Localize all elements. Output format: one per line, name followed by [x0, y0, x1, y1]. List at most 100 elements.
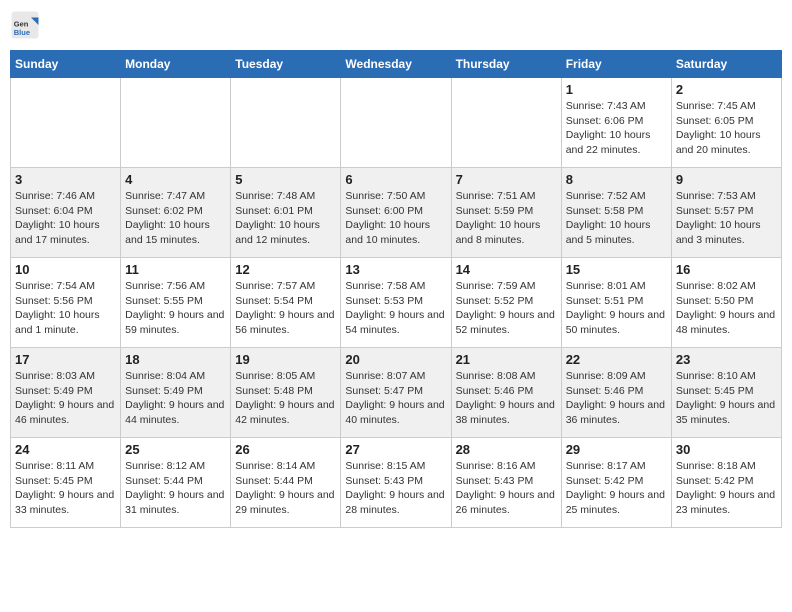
day-content: Sunrise: 8:05 AM Sunset: 5:48 PM Dayligh…: [235, 369, 336, 428]
calendar-cell: 28 Sunrise: 8:16 AM Sunset: 5:43 PM Dayli…: [451, 438, 561, 528]
day-content: Sunrise: 7:50 AM Sunset: 6:00 PM Dayligh…: [345, 189, 446, 248]
calendar-cell: 9 Sunrise: 7:53 AM Sunset: 5:57 PM Daylig…: [671, 168, 781, 258]
calendar-week-row: 24 Sunrise: 8:11 AM Sunset: 5:45 PM Dayli…: [11, 438, 782, 528]
calendar-cell: 26Sunrise: 8:14 AM Sunset: 5:44 PM Dayli…: [231, 438, 341, 528]
calendar-cell: 8Sunrise: 7:52 AM Sunset: 5:58 PM Daylig…: [561, 168, 671, 258]
day-number: 1: [566, 82, 667, 97]
day-content: Sunrise: 7:52 AM Sunset: 5:58 PM Dayligh…: [566, 189, 667, 248]
calendar-cell: 2Sunrise: 7:45 AM Sunset: 6:05 PM Daylig…: [671, 78, 781, 168]
calendar-cell: 11 Sunrise: 7:56 AM Sunset: 5:55 PM Dayli…: [121, 258, 231, 348]
day-content: Sunrise: 8:03 AM Sunset: 5:49 PM Dayligh…: [15, 369, 116, 428]
day-number: 24: [15, 442, 116, 457]
day-content: Sunrise: 8:15 AM Sunset: 5:43 PM Dayligh…: [345, 459, 446, 518]
day-number: 4: [125, 172, 226, 187]
day-number: 15: [566, 262, 667, 277]
day-content: Sunrise: 8:18 AM Sunset: 5:42 PM Dayligh…: [676, 459, 777, 518]
logo-icon: Gen Blue: [10, 10, 40, 40]
calendar-cell: [451, 78, 561, 168]
day-header-thursday: Thursday: [451, 51, 561, 78]
day-number: 12: [235, 262, 336, 277]
day-number: 20: [345, 352, 446, 367]
calendar-week-row: 3 Sunrise: 7:46 AM Sunset: 6:04 PM Daylig…: [11, 168, 782, 258]
day-content: Sunrise: 7:53 AM Sunset: 5:57 PM Dayligh…: [676, 189, 777, 248]
calendar-cell: 10 Sunrise: 7:54 AM Sunset: 5:56 PM Dayli…: [11, 258, 121, 348]
calendar-cell: 29 Sunrise: 8:17 AM Sunset: 5:42 PM Dayli…: [561, 438, 671, 528]
calendar-week-row: 17 Sunrise: 8:03 AM Sunset: 5:49 PM Dayli…: [11, 348, 782, 438]
day-content: Sunrise: 7:56 AM Sunset: 5:55 PM Dayligh…: [125, 279, 226, 338]
day-number: 23: [676, 352, 777, 367]
day-content: Sunrise: 8:17 AM Sunset: 5:42 PM Dayligh…: [566, 459, 667, 518]
calendar-cell: 6Sunrise: 7:50 AM Sunset: 6:00 PM Daylig…: [341, 168, 451, 258]
calendar-cell: 30 Sunrise: 8:18 AM Sunset: 5:42 PM Dayli…: [671, 438, 781, 528]
day-number: 7: [456, 172, 557, 187]
day-content: Sunrise: 8:11 AM Sunset: 5:45 PM Dayligh…: [15, 459, 116, 518]
calendar-cell: [11, 78, 121, 168]
day-header-wednesday: Wednesday: [341, 51, 451, 78]
calendar-cell: 15 Sunrise: 8:01 AM Sunset: 5:51 PM Dayli…: [561, 258, 671, 348]
day-number: 10: [15, 262, 116, 277]
day-content: Sunrise: 7:54 AM Sunset: 5:56 PM Dayligh…: [15, 279, 116, 338]
calendar-cell: 12Sunrise: 7:57 AM Sunset: 5:54 PM Dayli…: [231, 258, 341, 348]
calendar-cell: 18 Sunrise: 8:04 AM Sunset: 5:49 PM Dayli…: [121, 348, 231, 438]
day-content: Sunrise: 8:14 AM Sunset: 5:44 PM Dayligh…: [235, 459, 336, 518]
day-header-monday: Monday: [121, 51, 231, 78]
calendar-cell: 7 Sunrise: 7:51 AM Sunset: 5:59 PM Daylig…: [451, 168, 561, 258]
calendar-cell: [341, 78, 451, 168]
day-number: 18: [125, 352, 226, 367]
calendar-cell: 19 Sunrise: 8:05 AM Sunset: 5:48 PM Dayli…: [231, 348, 341, 438]
calendar-cell: 21Sunrise: 8:08 AM Sunset: 5:46 PM Dayli…: [451, 348, 561, 438]
calendar-cell: 22Sunrise: 8:09 AM Sunset: 5:46 PM Dayli…: [561, 348, 671, 438]
day-number: 16: [676, 262, 777, 277]
calendar-cell: 13 Sunrise: 7:58 AM Sunset: 5:53 PM Dayli…: [341, 258, 451, 348]
day-number: 19: [235, 352, 336, 367]
calendar-cell: 27 Sunrise: 8:15 AM Sunset: 5:43 PM Dayli…: [341, 438, 451, 528]
day-content: Sunrise: 7:51 AM Sunset: 5:59 PM Dayligh…: [456, 189, 557, 248]
day-header-sunday: Sunday: [11, 51, 121, 78]
day-number: 30: [676, 442, 777, 457]
day-content: Sunrise: 7:47 AM Sunset: 6:02 PM Dayligh…: [125, 189, 226, 248]
day-header-tuesday: Tuesday: [231, 51, 341, 78]
day-number: 11: [125, 262, 226, 277]
calendar-cell: 1 Sunrise: 7:43 AM Sunset: 6:06 PM Daylig…: [561, 78, 671, 168]
day-content: Sunrise: 7:46 AM Sunset: 6:04 PM Dayligh…: [15, 189, 116, 248]
calendar-week-row: 1 Sunrise: 7:43 AM Sunset: 6:06 PM Daylig…: [11, 78, 782, 168]
calendar-cell: 17 Sunrise: 8:03 AM Sunset: 5:49 PM Dayli…: [11, 348, 121, 438]
day-number: 21: [456, 352, 557, 367]
day-header-saturday: Saturday: [671, 51, 781, 78]
logo: Gen Blue: [10, 10, 44, 40]
day-content: Sunrise: 8:09 AM Sunset: 5:46 PM Dayligh…: [566, 369, 667, 428]
day-number: 25: [125, 442, 226, 457]
day-number: 13: [345, 262, 446, 277]
day-number: 14: [456, 262, 557, 277]
day-content: Sunrise: 7:48 AM Sunset: 6:01 PM Dayligh…: [235, 189, 336, 248]
day-content: Sunrise: 7:58 AM Sunset: 5:53 PM Dayligh…: [345, 279, 446, 338]
day-content: Sunrise: 8:04 AM Sunset: 5:49 PM Dayligh…: [125, 369, 226, 428]
calendar-header-row: SundayMondayTuesdayWednesdayThursdayFrid…: [11, 51, 782, 78]
day-number: 9: [676, 172, 777, 187]
day-content: Sunrise: 8:10 AM Sunset: 5:45 PM Dayligh…: [676, 369, 777, 428]
day-number: 3: [15, 172, 116, 187]
day-number: 27: [345, 442, 446, 457]
calendar-cell: 3 Sunrise: 7:46 AM Sunset: 6:04 PM Daylig…: [11, 168, 121, 258]
page-header: Gen Blue: [10, 10, 782, 40]
calendar-cell: 14Sunrise: 7:59 AM Sunset: 5:52 PM Dayli…: [451, 258, 561, 348]
day-number: 17: [15, 352, 116, 367]
calendar-table: SundayMondayTuesdayWednesdayThursdayFrid…: [10, 50, 782, 528]
day-content: Sunrise: 8:01 AM Sunset: 5:51 PM Dayligh…: [566, 279, 667, 338]
day-number: 29: [566, 442, 667, 457]
day-content: Sunrise: 7:45 AM Sunset: 6:05 PM Dayligh…: [676, 99, 777, 158]
calendar-cell: 23 Sunrise: 8:10 AM Sunset: 5:45 PM Dayli…: [671, 348, 781, 438]
day-number: 28: [456, 442, 557, 457]
calendar-cell: 25 Sunrise: 8:12 AM Sunset: 5:44 PM Dayli…: [121, 438, 231, 528]
calendar-cell: 24 Sunrise: 8:11 AM Sunset: 5:45 PM Dayli…: [11, 438, 121, 528]
calendar-cell: 20 Sunrise: 8:07 AM Sunset: 5:47 PM Dayli…: [341, 348, 451, 438]
calendar-cell: 5Sunrise: 7:48 AM Sunset: 6:01 PM Daylig…: [231, 168, 341, 258]
calendar-cell: [121, 78, 231, 168]
day-content: Sunrise: 8:12 AM Sunset: 5:44 PM Dayligh…: [125, 459, 226, 518]
day-content: Sunrise: 7:43 AM Sunset: 6:06 PM Dayligh…: [566, 99, 667, 158]
calendar-week-row: 10 Sunrise: 7:54 AM Sunset: 5:56 PM Dayli…: [11, 258, 782, 348]
calendar-cell: [231, 78, 341, 168]
day-content: Sunrise: 8:02 AM Sunset: 5:50 PM Dayligh…: [676, 279, 777, 338]
day-content: Sunrise: 8:07 AM Sunset: 5:47 PM Dayligh…: [345, 369, 446, 428]
day-content: Sunrise: 8:16 AM Sunset: 5:43 PM Dayligh…: [456, 459, 557, 518]
